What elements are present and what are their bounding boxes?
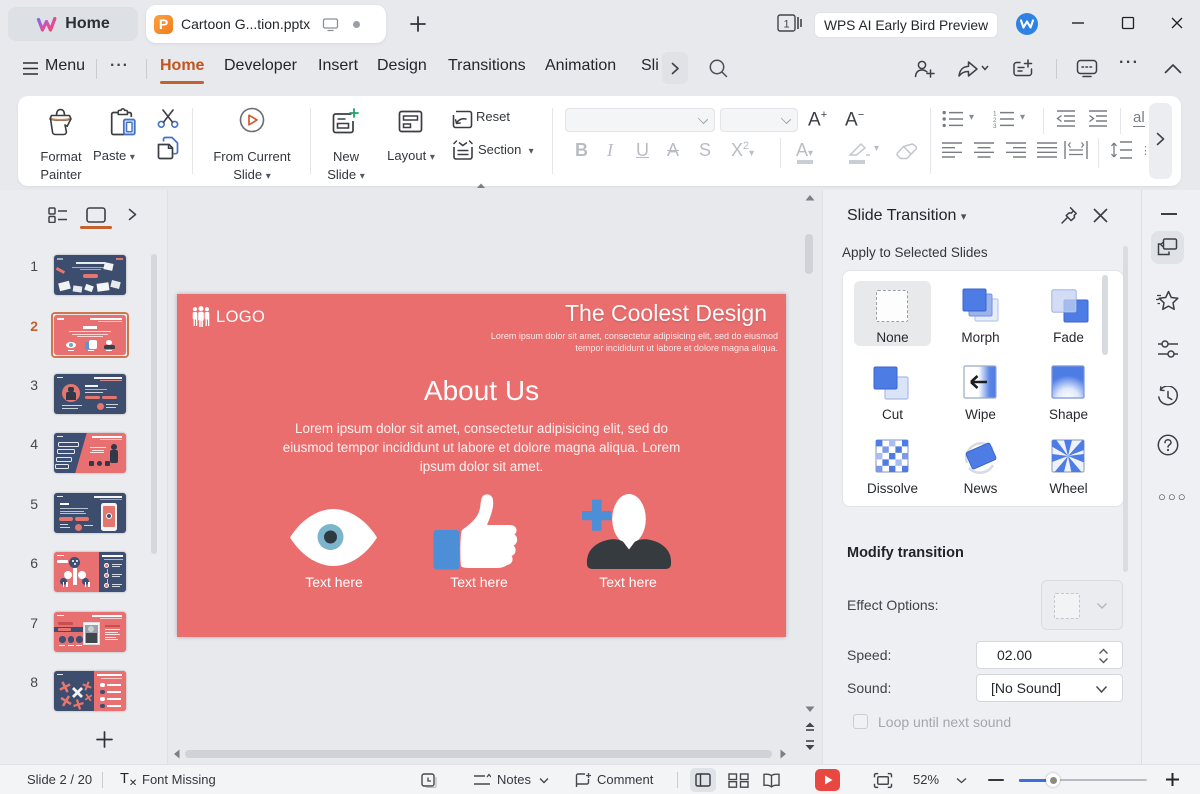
svg-text:3: 3 (993, 123, 997, 128)
svg-text:1: 1 (783, 19, 789, 31)
